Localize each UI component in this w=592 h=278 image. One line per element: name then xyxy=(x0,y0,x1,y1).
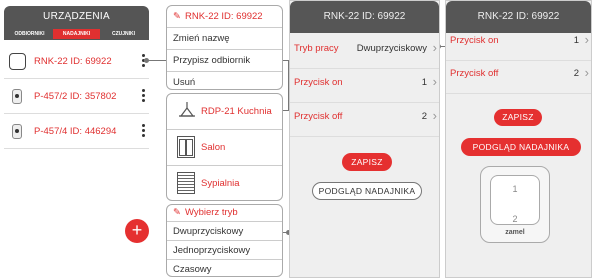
chevron-right-icon: › xyxy=(432,74,437,89)
device-row[interactable]: RNK-22 ID: 69922 xyxy=(4,45,149,79)
context-menu-header: ✎ RNK-22 ID: 69922 xyxy=(167,6,282,28)
receiver-menu: RDP-21 Kuchnia Salon Sypialnia xyxy=(166,93,283,201)
chevron-right-icon: › xyxy=(584,65,589,80)
context-menu-title: RNK-22 ID: 69922 xyxy=(184,11,263,22)
menu-item-assign-receiver[interactable]: Przypisz odbiornik xyxy=(167,50,282,72)
mode-row[interactable]: Tryb pracy Dwuprzyciskowy › xyxy=(290,31,439,69)
mode-menu-header: ✎ Wybierz tryb xyxy=(167,205,282,222)
more-menu-icon[interactable] xyxy=(142,89,146,104)
switch-icon xyxy=(9,53,26,70)
tab-nadajniki[interactable]: NADAJNIKI xyxy=(53,29,100,39)
transmitter-preview-button[interactable]: PODGLĄD NADAJNIKA xyxy=(461,138,581,156)
mode-menu: ✎ Wybierz tryb Dwuprzyciskowy Jednoprzyci… xyxy=(166,204,283,277)
save-button[interactable]: ZAPISZ xyxy=(342,153,392,171)
chevron-right-icon: › xyxy=(584,32,589,47)
mode-option-two-button[interactable]: Dwuprzyciskowy xyxy=(167,222,282,241)
receiver-item[interactable]: Sypialnia xyxy=(167,166,282,200)
button-off-value: 2 xyxy=(573,68,579,79)
menu-item-delete[interactable]: Usuń xyxy=(167,72,282,89)
device-row[interactable]: P-457/2 ID: 357802 xyxy=(4,80,149,114)
device-row[interactable]: P-457/4 ID: 446294 xyxy=(4,115,149,149)
door-icon xyxy=(177,136,195,158)
settings-title: RNK-22 ID: 69922 xyxy=(290,1,439,33)
button-on-row[interactable]: Przycisk on 1 › xyxy=(290,65,439,103)
receiver-label: RDP-21 Kuchnia xyxy=(201,106,272,117)
settings-screen: RNK-22 ID: 69922 Tryb pracy Dwuprzycisko… xyxy=(289,0,440,278)
transmitter-button-1[interactable]: 1 xyxy=(491,184,539,194)
lamp-icon xyxy=(179,102,195,117)
remote-icon xyxy=(12,89,22,104)
remote-icon xyxy=(12,124,22,139)
save-button[interactable]: ZAPISZ xyxy=(494,109,542,126)
receiver-item[interactable]: RDP-21 Kuchnia xyxy=(167,94,282,130)
devices-panel: URZĄDZENIA ODBIORNIKI NADAJNIKI CZUJNIKI… xyxy=(0,0,152,278)
button-off-row[interactable]: Przycisk off 2 › xyxy=(446,56,591,94)
device-label: P-457/4 ID: 446294 xyxy=(34,126,117,137)
button-off-label: Przycisk off xyxy=(294,111,343,122)
tab-czujniki[interactable]: CZUJNIKI xyxy=(100,29,147,39)
mode-menu-title: Wybierz tryb xyxy=(184,207,238,218)
transmitter-button-2[interactable]: 2 xyxy=(491,214,539,224)
brand-logo: zamel xyxy=(505,229,525,236)
receiver-label: Sypialnia xyxy=(201,178,240,189)
transmitter-preview: 1 2 zamel xyxy=(480,166,550,243)
pencil-icon: ✎ xyxy=(173,207,181,218)
button-off-label: Przycisk off xyxy=(450,68,499,79)
menu-item-rename[interactable]: Zmień nazwę xyxy=(167,28,282,50)
button-off-value: 2 xyxy=(421,111,427,122)
devices-tabs: ODBIORNIKI NADAJNIKI CZUJNIKI xyxy=(6,29,147,39)
mode-label: Tryb pracy xyxy=(294,43,339,54)
pencil-icon: ✎ xyxy=(173,11,181,22)
add-device-button[interactable]: + xyxy=(125,219,149,243)
button-on-label: Przycisk on xyxy=(294,77,343,88)
chevron-right-icon: › xyxy=(432,108,437,123)
mode-option-timed[interactable]: Czasowy xyxy=(167,260,282,276)
transmitter-preview-button[interactable]: PODGLĄD NADAJNIKA xyxy=(312,182,422,200)
button-on-value: 1 xyxy=(421,77,427,88)
devices-title: URZĄDZENIA xyxy=(43,11,110,22)
device-label: RNK-22 ID: 69922 xyxy=(34,56,112,67)
receiver-label: Salon xyxy=(201,142,226,153)
transmitter-buttons: 1 2 xyxy=(490,175,540,225)
button-on-label: Przycisk on xyxy=(450,35,499,46)
context-menu: ✎ RNK-22 ID: 69922 Zmień nazwę Przypisz o… xyxy=(166,5,283,90)
more-menu-icon[interactable] xyxy=(142,124,146,139)
shutter-icon xyxy=(177,172,195,194)
mode-option-one-button[interactable]: Jednoprzyciskowy xyxy=(167,241,282,260)
chevron-right-icon: › xyxy=(432,40,437,55)
device-label: P-457/2 ID: 357802 xyxy=(34,91,117,102)
button-off-row[interactable]: Przycisk off 2 › xyxy=(290,99,439,137)
devices-header: URZĄDZENIA ODBIORNIKI NADAJNIKI CZUJNIKI xyxy=(4,6,149,40)
mode-value: Dwuprzyciskowy xyxy=(356,43,427,54)
button-on-value: 1 xyxy=(573,35,579,46)
receiver-item[interactable]: Salon xyxy=(167,130,282,166)
tab-odbiorniki[interactable]: ODBIORNIKI xyxy=(6,29,53,39)
